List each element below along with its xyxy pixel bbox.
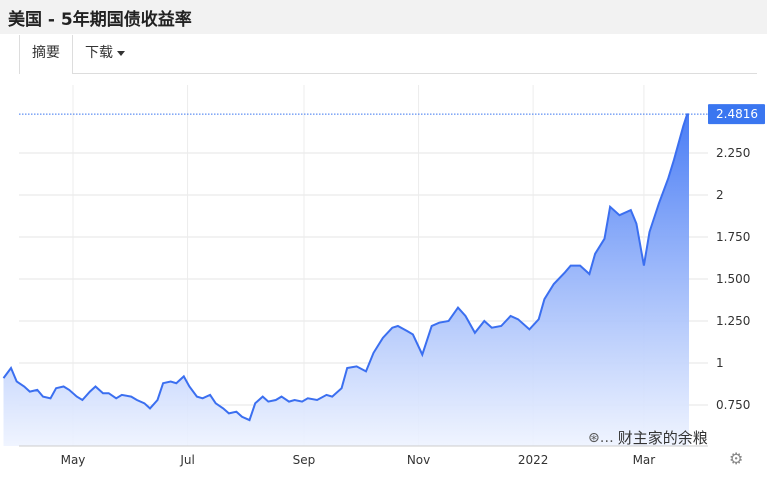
- wechat-icon: ⊛…: [588, 429, 614, 446]
- gear-icon[interactable]: ⚙: [729, 449, 743, 468]
- y-tick-label: 2: [716, 188, 724, 202]
- x-axis: May Jul Sep Nov 2022 Mar: [19, 445, 708, 467]
- y-tick-label: 1.250: [716, 314, 750, 328]
- y-tick-label: 1: [716, 356, 724, 370]
- yield-chart[interactable]: 0.750 1 1.250 1.500 1.750 2 2.250 May Jul Sep Nov…: [0, 0, 767, 499]
- y-tick-label: 1.750: [716, 230, 750, 244]
- current-value-label: 2.4816: [708, 104, 765, 125]
- watermark-text: 财主家的余粮: [617, 429, 708, 447]
- y-tick-label: 2.250: [716, 146, 750, 160]
- current-value-text: 2.4816: [716, 107, 758, 121]
- y-axis: 0.750 1 1.250 1.500 1.750 2 2.250: [716, 146, 750, 412]
- watermark: ⊛… 财主家的余粮: [588, 427, 708, 448]
- x-tick-label: Nov: [407, 453, 430, 467]
- y-tick-label: 0.750: [716, 398, 750, 412]
- x-tick-label: Mar: [633, 453, 656, 467]
- series-area: [3, 114, 689, 447]
- x-tick-label: Sep: [293, 453, 316, 467]
- x-tick-label: Jul: [179, 453, 194, 467]
- x-tick-label: 2022: [518, 453, 549, 467]
- y-tick-label: 1.500: [716, 272, 750, 286]
- x-tick-label: May: [61, 453, 86, 467]
